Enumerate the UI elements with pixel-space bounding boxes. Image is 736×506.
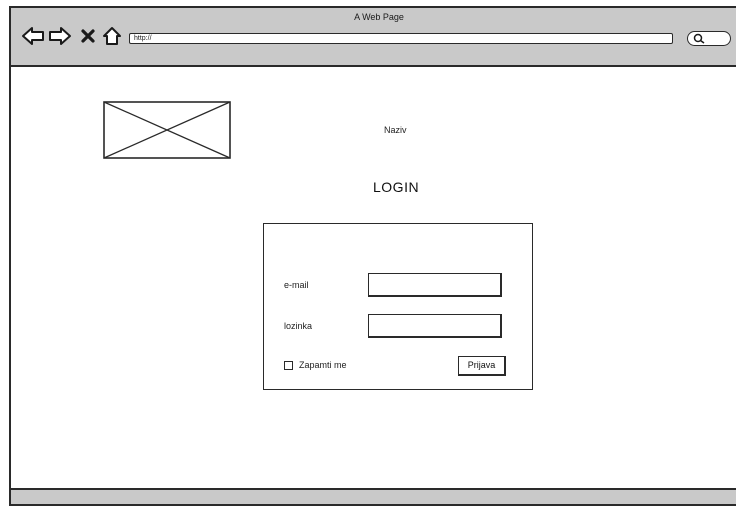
address-bar[interactable]: http:// xyxy=(129,33,673,44)
search-icon xyxy=(693,33,705,44)
forward-arrow-icon[interactable] xyxy=(48,26,72,46)
email-label: e-mail xyxy=(284,280,309,290)
page-content: Naziv LOGIN e-mail lozinka Zapamti me Pr… xyxy=(11,67,736,504)
remember-me-checkbox[interactable] xyxy=(284,361,293,370)
login-title: LOGIN xyxy=(373,179,420,195)
password-label: lozinka xyxy=(284,321,313,331)
browser-window: A Web Page http:// Naziv LOGIN e-mail lo… xyxy=(9,6,736,506)
password-field[interactable] xyxy=(368,314,502,338)
login-form: e-mail lozinka Zapamti me Prijava xyxy=(263,223,533,390)
close-icon[interactable] xyxy=(80,26,96,46)
home-icon[interactable] xyxy=(101,26,123,46)
login-button[interactable]: Prijava xyxy=(458,356,506,376)
remember-me-label: Zapamti me xyxy=(299,360,347,370)
email-field[interactable] xyxy=(368,273,502,297)
search-field[interactable] xyxy=(687,31,731,46)
site-name: Naziv xyxy=(384,125,407,135)
back-arrow-icon[interactable] xyxy=(21,26,45,46)
image-placeholder-icon xyxy=(103,101,231,159)
status-bar xyxy=(11,488,736,504)
window-title: A Web Page xyxy=(354,12,404,22)
browser-toolbar: A Web Page http:// xyxy=(11,8,736,67)
